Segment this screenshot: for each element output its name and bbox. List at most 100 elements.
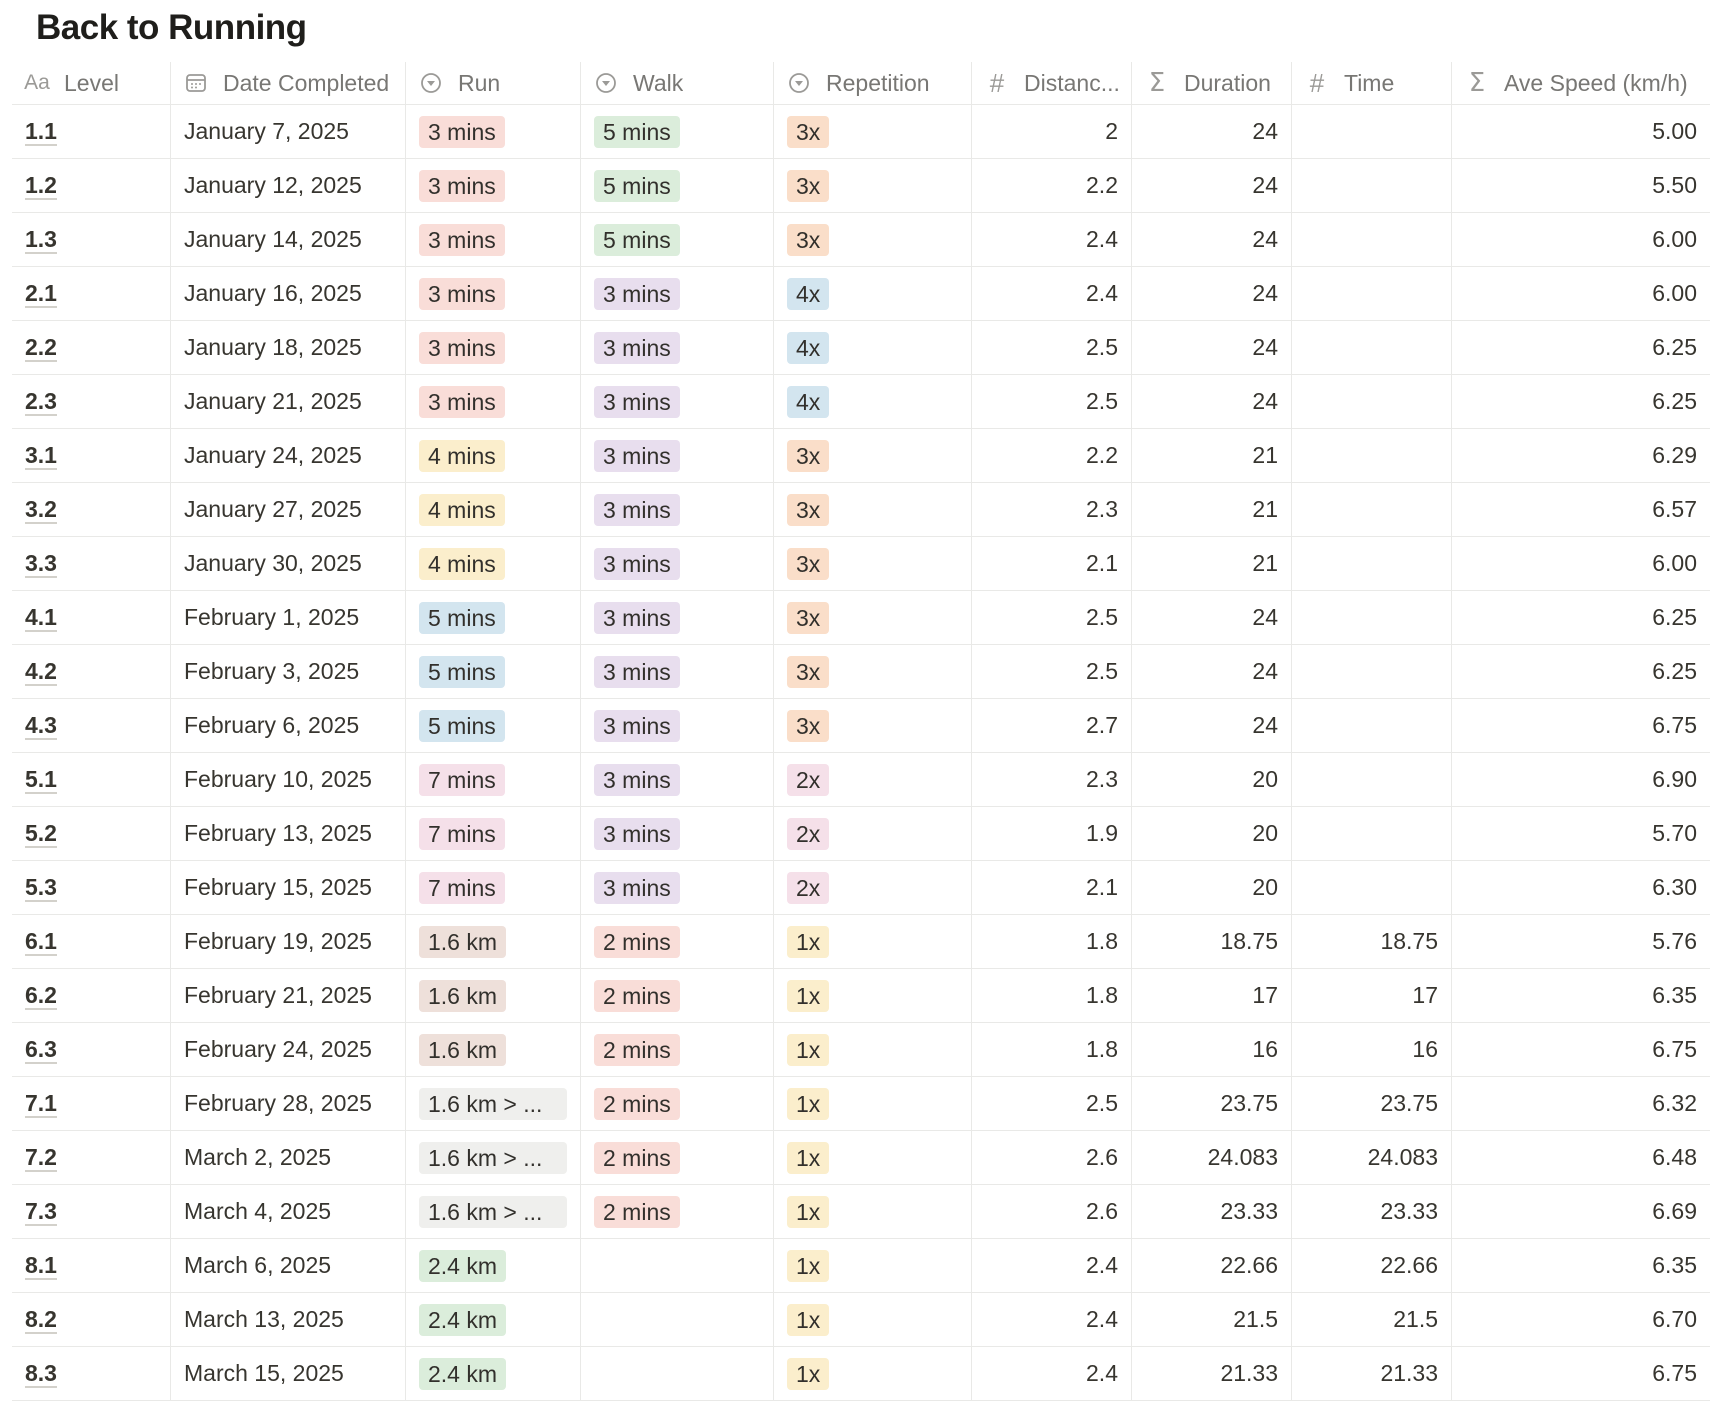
walk-cell[interactable]: 3 mins bbox=[581, 807, 774, 860]
repetition-cell[interactable]: 1x bbox=[774, 1293, 972, 1346]
time-cell[interactable] bbox=[1292, 321, 1452, 374]
walk-cell[interactable] bbox=[581, 1293, 774, 1346]
table-row[interactable]: 1.1 January 7, 2025 3 mins 5 mins 3x 2 24 5.00 bbox=[12, 105, 1710, 159]
duration-cell[interactable]: 20 bbox=[1132, 753, 1292, 806]
table-row[interactable]: 5.3 February 15, 2025 7 mins 3 mins 2x 2.1 20 6… bbox=[12, 861, 1710, 915]
repetition-cell[interactable]: 1x bbox=[774, 1077, 972, 1130]
time-cell[interactable] bbox=[1292, 699, 1452, 752]
run-cell[interactable]: 4 mins bbox=[406, 429, 581, 482]
duration-cell[interactable]: 24 bbox=[1132, 699, 1292, 752]
column-header[interactable]: Walk bbox=[581, 62, 774, 104]
run-cell[interactable]: 3 mins bbox=[406, 213, 581, 266]
table-row[interactable]: 4.2 February 3, 2025 5 mins 3 mins 3x 2.5 24 6.… bbox=[12, 645, 1710, 699]
duration-cell[interactable]: 21.33 bbox=[1132, 1347, 1292, 1400]
run-cell[interactable]: 3 mins bbox=[406, 105, 581, 158]
repetition-cell[interactable]: 1x bbox=[774, 969, 972, 1022]
table-row[interactable]: 3.2 January 27, 2025 4 mins 3 mins 3x 2.3 21 6.… bbox=[12, 483, 1710, 537]
ave-speed-cell[interactable]: 6.75 bbox=[1452, 1347, 1710, 1400]
walk-cell[interactable]: 3 mins bbox=[581, 375, 774, 428]
date-completed-cell[interactable]: March 2, 2025 bbox=[171, 1131, 406, 1184]
run-cell[interactable]: 5 mins bbox=[406, 645, 581, 698]
run-cell[interactable]: 2.4 km bbox=[406, 1293, 581, 1346]
distance-cell[interactable]: 1.8 bbox=[972, 915, 1132, 968]
ave-speed-cell[interactable]: 6.35 bbox=[1452, 1239, 1710, 1292]
duration-cell[interactable]: 22.66 bbox=[1132, 1239, 1292, 1292]
run-cell[interactable]: 1.6 km bbox=[406, 915, 581, 968]
duration-cell[interactable]: 16 bbox=[1132, 1023, 1292, 1076]
level-cell[interactable]: 3.3 bbox=[12, 537, 171, 590]
repetition-cell[interactable]: 1x bbox=[774, 1239, 972, 1292]
run-cell[interactable]: 3 mins bbox=[406, 267, 581, 320]
level-cell[interactable]: 4.3 bbox=[12, 699, 171, 752]
duration-cell[interactable]: 24 bbox=[1132, 105, 1292, 158]
time-cell[interactable]: 23.75 bbox=[1292, 1077, 1452, 1130]
ave-speed-cell[interactable]: 5.76 bbox=[1452, 915, 1710, 968]
time-cell[interactable] bbox=[1292, 645, 1452, 698]
walk-cell[interactable]: 3 mins bbox=[581, 483, 774, 536]
table-row[interactable]: 2.3 January 21, 2025 3 mins 3 mins 4x 2.5 24 6.… bbox=[12, 375, 1710, 429]
level-cell[interactable]: 4.2 bbox=[12, 645, 171, 698]
column-header[interactable]: Run bbox=[406, 62, 581, 104]
distance-cell[interactable]: 2.2 bbox=[972, 159, 1132, 212]
distance-cell[interactable]: 2.6 bbox=[972, 1131, 1132, 1184]
ave-speed-cell[interactable]: 5.70 bbox=[1452, 807, 1710, 860]
table-row[interactable]: 7.2 March 2, 2025 1.6 km > ... 2 mins 1x 2.6 2… bbox=[12, 1131, 1710, 1185]
level-cell[interactable]: 8.3 bbox=[12, 1347, 171, 1400]
walk-cell[interactable]: 2 mins bbox=[581, 969, 774, 1022]
run-cell[interactable]: 7 mins bbox=[406, 753, 581, 806]
column-header[interactable]: Date Completed bbox=[171, 62, 406, 104]
table-row[interactable]: 6.2 February 21, 2025 1.6 km 2 mins 1x 1.8 17 1… bbox=[12, 969, 1710, 1023]
walk-cell[interactable] bbox=[581, 1239, 774, 1292]
date-completed-cell[interactable]: February 28, 2025 bbox=[171, 1077, 406, 1130]
level-cell[interactable]: 7.3 bbox=[12, 1185, 171, 1238]
table-row[interactable]: 1.3 January 14, 2025 3 mins 5 mins 3x 2.4 24 6.… bbox=[12, 213, 1710, 267]
ave-speed-cell[interactable]: 6.69 bbox=[1452, 1185, 1710, 1238]
distance-cell[interactable]: 2.4 bbox=[972, 1239, 1132, 1292]
level-cell[interactable]: 4.1 bbox=[12, 591, 171, 644]
table-row[interactable]: 8.1 March 6, 2025 2.4 km 1x 2.4 22.66 22.66 6.3… bbox=[12, 1239, 1710, 1293]
table-row[interactable]: 3.1 January 24, 2025 4 mins 3 mins 3x 2.2 21 6.… bbox=[12, 429, 1710, 483]
walk-cell[interactable]: 3 mins bbox=[581, 861, 774, 914]
ave-speed-cell[interactable]: 6.00 bbox=[1452, 213, 1710, 266]
time-cell[interactable] bbox=[1292, 105, 1452, 158]
run-cell[interactable]: 1.6 km bbox=[406, 969, 581, 1022]
duration-cell[interactable]: 24 bbox=[1132, 645, 1292, 698]
run-cell[interactable]: 7 mins bbox=[406, 861, 581, 914]
date-completed-cell[interactable]: March 4, 2025 bbox=[171, 1185, 406, 1238]
walk-cell[interactable]: 3 mins bbox=[581, 267, 774, 320]
table-row[interactable]: 5.1 February 10, 2025 7 mins 3 mins 2x 2.3 20 6… bbox=[12, 753, 1710, 807]
ave-speed-cell[interactable]: 6.25 bbox=[1452, 591, 1710, 644]
run-cell[interactable]: 1.6 km bbox=[406, 1023, 581, 1076]
walk-cell[interactable]: 3 mins bbox=[581, 591, 774, 644]
repetition-cell[interactable]: 4x bbox=[774, 267, 972, 320]
distance-cell[interactable]: 2.4 bbox=[972, 213, 1132, 266]
column-header[interactable]: Σ Duration bbox=[1132, 62, 1292, 104]
date-completed-cell[interactable]: February 15, 2025 bbox=[171, 861, 406, 914]
repetition-cell[interactable]: 1x bbox=[774, 1185, 972, 1238]
run-cell[interactable]: 3 mins bbox=[406, 375, 581, 428]
run-cell[interactable]: 1.6 km > ... bbox=[406, 1185, 581, 1238]
date-completed-cell[interactable]: March 6, 2025 bbox=[171, 1239, 406, 1292]
time-cell[interactable] bbox=[1292, 159, 1452, 212]
time-cell[interactable]: 22.66 bbox=[1292, 1239, 1452, 1292]
date-completed-cell[interactable]: March 13, 2025 bbox=[171, 1293, 406, 1346]
distance-cell[interactable]: 1.8 bbox=[972, 969, 1132, 1022]
walk-cell[interactable]: 2 mins bbox=[581, 1023, 774, 1076]
date-completed-cell[interactable]: January 14, 2025 bbox=[171, 213, 406, 266]
ave-speed-cell[interactable]: 6.75 bbox=[1452, 699, 1710, 752]
ave-speed-cell[interactable]: 6.70 bbox=[1452, 1293, 1710, 1346]
date-completed-cell[interactable]: February 13, 2025 bbox=[171, 807, 406, 860]
duration-cell[interactable]: 24 bbox=[1132, 591, 1292, 644]
table-row[interactable]: 3.3 January 30, 2025 4 mins 3 mins 3x 2.1 21 6.… bbox=[12, 537, 1710, 591]
date-completed-cell[interactable]: January 7, 2025 bbox=[171, 105, 406, 158]
walk-cell[interactable]: 5 mins bbox=[581, 213, 774, 266]
table-row[interactable]: 8.2 March 13, 2025 2.4 km 1x 2.4 21.5 21.5 6.70 bbox=[12, 1293, 1710, 1347]
walk-cell[interactable]: 3 mins bbox=[581, 321, 774, 374]
level-cell[interactable]: 5.2 bbox=[12, 807, 171, 860]
table-row[interactable]: 4.1 February 1, 2025 5 mins 3 mins 3x 2.5 24 6.… bbox=[12, 591, 1710, 645]
duration-cell[interactable]: 24 bbox=[1132, 267, 1292, 320]
ave-speed-cell[interactable]: 6.32 bbox=[1452, 1077, 1710, 1130]
table-row[interactable]: 2.1 January 16, 2025 3 mins 3 mins 4x 2.4 24 6.… bbox=[12, 267, 1710, 321]
time-cell[interactable]: 21.5 bbox=[1292, 1293, 1452, 1346]
repetition-cell[interactable]: 3x bbox=[774, 537, 972, 590]
